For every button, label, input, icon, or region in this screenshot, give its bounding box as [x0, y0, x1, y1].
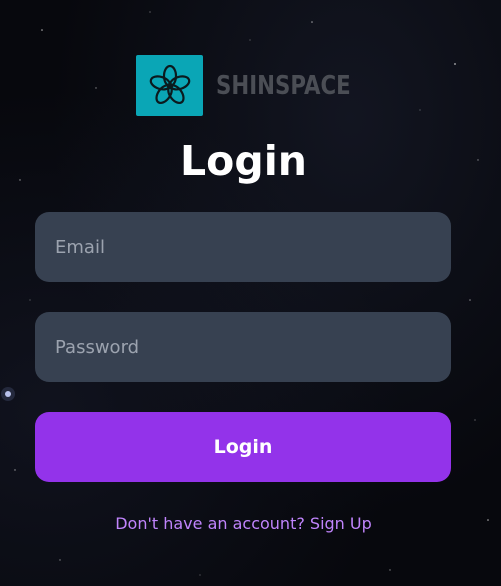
signup-link[interactable]: Sign Up — [310, 514, 372, 533]
brand-logo: SHINSPACE — [136, 55, 380, 116]
flower-icon — [149, 64, 190, 104]
signup-prompt-text: Don't have an account? — [115, 514, 310, 533]
password-field[interactable] — [35, 312, 451, 382]
brand-name: SHINSPACE — [216, 70, 351, 101]
email-field[interactable] — [35, 212, 451, 282]
page-title: Login — [180, 137, 307, 185]
logo-badge — [136, 55, 203, 116]
login-button[interactable]: Login — [35, 412, 451, 482]
signup-prompt: Don't have an account? Sign Up — [0, 514, 487, 533]
